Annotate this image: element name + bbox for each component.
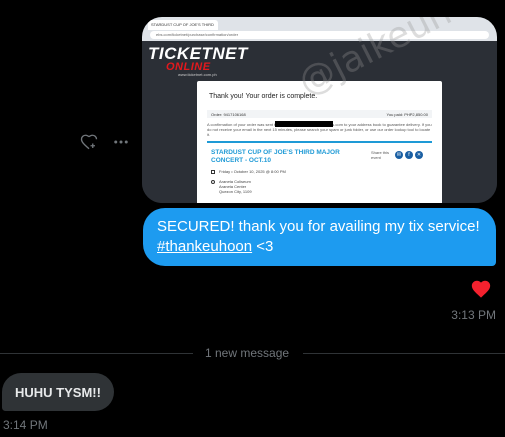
hashtag-link[interactable]: #thankeuhoon (157, 238, 252, 255)
sent-message-text: SECURED! thank you for availing my tix s… (157, 218, 480, 235)
logo-top: TICKETNET (148, 44, 248, 63)
x-share-icon: ✕ (415, 151, 423, 159)
facebook-share-icon: f (405, 151, 413, 159)
image-message[interactable]: STARDUST CUP OF JOE'S THIRD ebs.com/tick… (142, 17, 497, 203)
sent-message-suffix: <3 (252, 238, 274, 255)
browser-bar: STARDUST CUP OF JOE'S THIRD ebs.com/tick… (142, 17, 497, 41)
site-logo: TICKETNET ONLINE www.ticketnet.com.ph (148, 45, 248, 77)
calendar-icon (211, 169, 215, 174)
received-timestamp: 3:14 PM (3, 418, 48, 432)
ticket-site: TICKETNET ONLINE www.ticketnet.com.ph Th… (142, 41, 497, 203)
divider-line-left (0, 353, 193, 354)
message-actions (80, 133, 130, 151)
confirmation-panel: Thank you! Your order is complete. Order… (197, 81, 442, 203)
order-number: Order: 9417106168 (211, 112, 246, 117)
event-title: STARDUST CUP OF JOE'S THIRD MAJOR CONCER… (211, 149, 340, 164)
received-message-text: HUHU TYSM!! (15, 384, 101, 400)
redaction-bar (275, 121, 333, 127)
share-icons: ✉ f ✕ (395, 151, 423, 159)
more-options-icon[interactable] (112, 133, 130, 151)
event-card: STARDUST CUP OF JOE'S THIRD MAJOR CONCER… (207, 141, 432, 203)
new-message-label: 1 new message (205, 346, 290, 360)
location-pin-icon (211, 179, 215, 184)
order-row: Order: 9417106168 You paid: PHP2,850.00 (207, 110, 432, 118)
add-reaction-icon[interactable] (80, 133, 98, 151)
logo-url: www.ticketnet.com.ph (178, 72, 217, 77)
divider-line-right (303, 353, 505, 354)
confirmation-title: Thank you! Your order is complete. (209, 93, 318, 100)
browser-tab: STARDUST CUP OF JOE'S THIRD (148, 20, 218, 30)
heart-icon[interactable] (470, 278, 492, 300)
amount-paid: You paid: PHP2,850.00 (386, 112, 428, 117)
venue-city: Quezon City, 1109 (219, 189, 252, 194)
event-date-text: Friday • October 10, 2025 @ 8:00 PM (219, 169, 286, 174)
email-share-icon: ✉ (395, 151, 403, 159)
received-message-bubble[interactable]: HUHU TYSM!! (2, 373, 114, 411)
event-date: Friday • October 10, 2025 @ 8:00 PM (211, 169, 286, 174)
share-label: Share this event (371, 150, 390, 160)
browser-url: ebs.com/ticketnet/purchase/confirmation/… (150, 31, 489, 39)
sent-timestamp: 3:13 PM (451, 308, 496, 322)
sent-message-bubble[interactable]: SECURED! thank you for availing my tix s… (143, 208, 496, 266)
